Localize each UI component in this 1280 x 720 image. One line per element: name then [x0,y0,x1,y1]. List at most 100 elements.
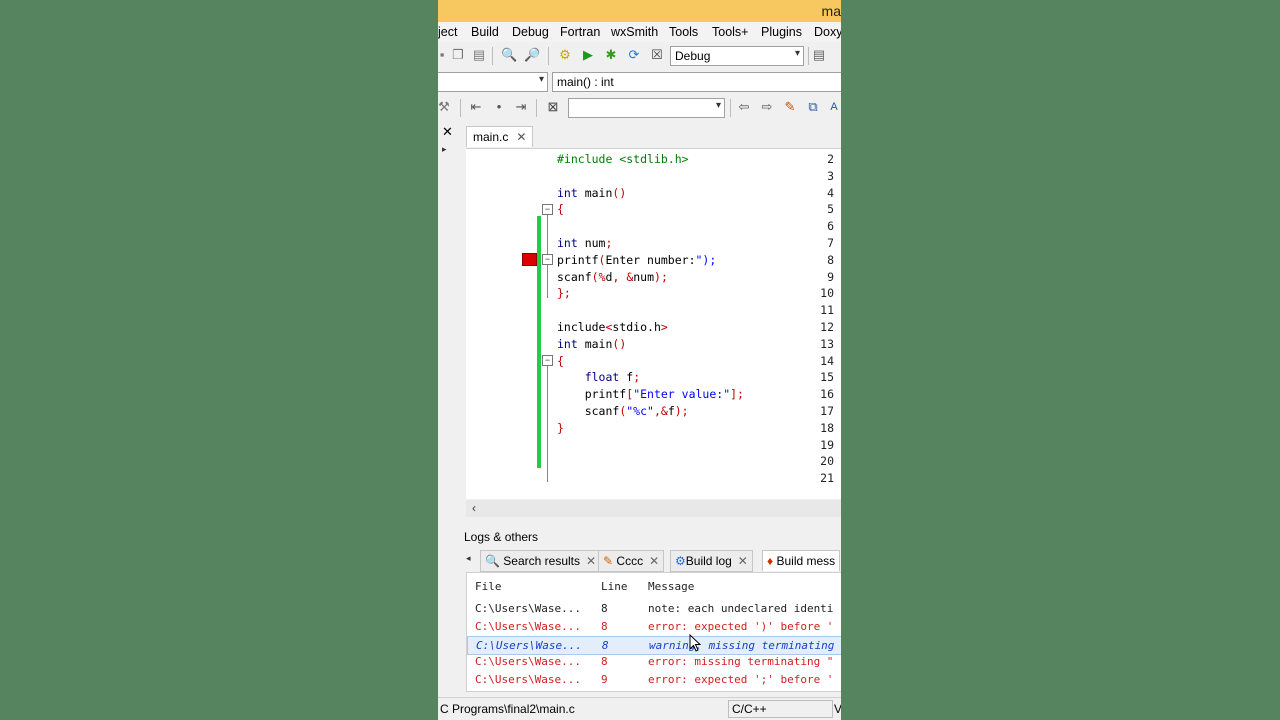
menu-build[interactable]: Build [471,25,499,39]
tab-main-c[interactable]: main.c ✕ [466,126,534,147]
menu-tools-plus[interactable]: Tools+ [712,25,748,39]
logs-panel: Logs & others ◂ 🔍 Search results ✕ ✎ Cccc… [462,528,841,692]
code-line[interactable]: float f; [557,370,640,384]
tab-scroll-left-icon[interactable]: ◂ [466,553,471,564]
line-number: 12 [820,320,834,334]
line-number: 13 [820,336,834,351]
search-icon: 🔍 [485,554,500,568]
code-line[interactable]: }; [557,286,571,300]
close-icon[interactable]: ✕ [649,554,659,568]
clear-icon[interactable]: ⊠ [545,99,561,115]
build-target-select[interactable]: Debug ▾ [670,46,804,66]
line-number: 15 [820,370,834,385]
code-line[interactable]: { [557,354,564,368]
jump-forward-icon[interactable]: ⇥ [513,99,529,115]
fold-toggle[interactable]: − [542,254,553,265]
menu-debug[interactable]: Debug [512,25,549,39]
replace-icon[interactable]: 🔎 [524,47,540,63]
tab-build-log[interactable]: ⚙Build log ✕ [670,550,753,572]
build-gear-icon[interactable]: ⚙ [557,47,573,63]
document-pencil-icon: ✎ [603,554,614,568]
find-icon[interactable]: 🔍 [501,47,517,63]
symbol-icon[interactable]: ⧉ [805,99,821,115]
close-icon[interactable]: ✕ [586,554,596,568]
function-select[interactable]: main() : int [552,72,841,92]
doc-icon[interactable]: ▤ [811,47,827,63]
close-icon[interactable]: ✕ [738,554,748,568]
line-number: 2 [827,152,834,166]
line-number: 11 [820,303,834,318]
menu-plugins[interactable]: Plugins [761,25,802,39]
scope-select[interactable]: ▾ [438,72,548,92]
line-number-gutter [466,149,526,499]
status-tail: V [834,702,841,716]
code-line[interactable]: { [557,202,564,216]
table-row[interactable]: C:\Users\Wase... 8 error: expected ')' bef… [467,618,841,635]
paste-icon[interactable]: ▤ [471,47,487,63]
fold-toggle[interactable]: − [542,204,553,215]
code-line[interactable]: printf(Enter number:"); [557,253,716,267]
menu-fortran[interactable]: Fortran [560,25,600,39]
code-line[interactable]: #include <stdlib.h> [557,152,689,166]
table-row[interactable]: C:\Users\Wase... 8 note: each undeclared i… [467,600,841,617]
tab-cccc[interactable]: ✎ Cccc ✕ [598,550,665,572]
menu-tools[interactable]: Tools [669,25,698,39]
line-number: 18 [820,420,834,435]
arrow-left-icon[interactable]: ⇦ [736,99,752,115]
column-header-message[interactable]: Message [648,580,694,593]
line-number: 10 [820,286,834,301]
line-number: 7 [827,236,834,250]
tab-search-results[interactable]: 🔍 Search results ✕ [480,550,602,572]
code-line[interactable]: printf["Enter value:"]; [557,387,744,401]
breakpoint-marker[interactable] [522,253,537,266]
run-icon[interactable]: ▶ [580,47,596,63]
tab-build-messages[interactable]: ♦ Build mess [762,550,841,571]
jump-back-icon[interactable]: ⇤ [468,99,484,115]
copy-icon[interactable]: ❐ [450,47,466,63]
build-messages-table[interactable]: File Line Message C:\Users\Wase... 8 note:… [466,572,841,692]
code-line[interactable]: scanf(%d, &num); [557,270,668,284]
code-line[interactable]: int main() [557,186,626,200]
close-icon[interactable]: ✕ [516,130,526,144]
ide-window: ma ject Build Debug Fortran wxSmith Tool… [438,0,841,720]
menu-doxyblocks[interactable]: Doxy( [814,25,841,39]
table-row[interactable]: C:\Users\Wase... 8 warning: missing termin… [467,635,841,655]
code-line[interactable]: include<stdio.h> [557,320,668,334]
rebuild-icon[interactable]: ⟳ [626,47,642,63]
code-line[interactable]: int num; [557,236,612,250]
arrow-right-icon[interactable]: ⇨ [759,99,775,115]
line-number: 5 [827,202,834,217]
highlight-pen-icon[interactable]: ✎ [782,99,798,115]
table-row[interactable]: C:\Users\Wase... 9 error: expected ';' bef… [467,671,841,688]
wrench-icon[interactable]: ⚒ [438,99,452,115]
menu-project[interactable]: ject [438,25,457,39]
change-bar [537,216,541,468]
cell-file: C:\Users\Wase... [475,655,581,669]
build-and-run-icon[interactable]: ✱ [603,47,619,63]
code-line[interactable]: } [557,421,564,435]
cell-line: 8 [601,655,608,669]
bookmark-dot-icon[interactable]: • [491,99,507,115]
menu-wxsmith[interactable]: wxSmith [611,25,658,39]
line-number: 6 [827,219,834,234]
close-panel-icon[interactable]: ✕ [442,124,453,140]
line-number: 20 [820,454,834,469]
panel-arrow-icon[interactable]: ▸ [442,144,447,155]
code-line[interactable]: scanf("%c",&f); [557,404,689,418]
horizontal-scrollbar[interactable]: ‹ [466,500,841,517]
table-row[interactable]: C:\Users\Wase... 8 error: missing terminat… [467,653,841,670]
cut-icon[interactable]: ▪ [438,47,450,63]
tab-label: Build log [685,554,732,568]
scroll-left-icon[interactable]: ‹ [472,501,476,515]
font-icon[interactable]: A [826,99,841,115]
fold-toggle[interactable]: − [542,355,553,366]
abort-icon[interactable]: ☒ [649,47,665,63]
cell-message: error: expected ')' before ' [648,619,834,633]
cell-message: error: missing terminating " [648,655,834,669]
code-line[interactable]: int main() [557,337,626,351]
column-header-file[interactable]: File [475,580,502,593]
cell-line: 8 [601,602,608,615]
search-combo[interactable]: ▾ [568,98,725,118]
column-header-line[interactable]: Line [601,580,628,593]
code-editor[interactable]: − − − 2 #include <stdlib.h> 3 4 int main() 5 {… [466,148,841,499]
